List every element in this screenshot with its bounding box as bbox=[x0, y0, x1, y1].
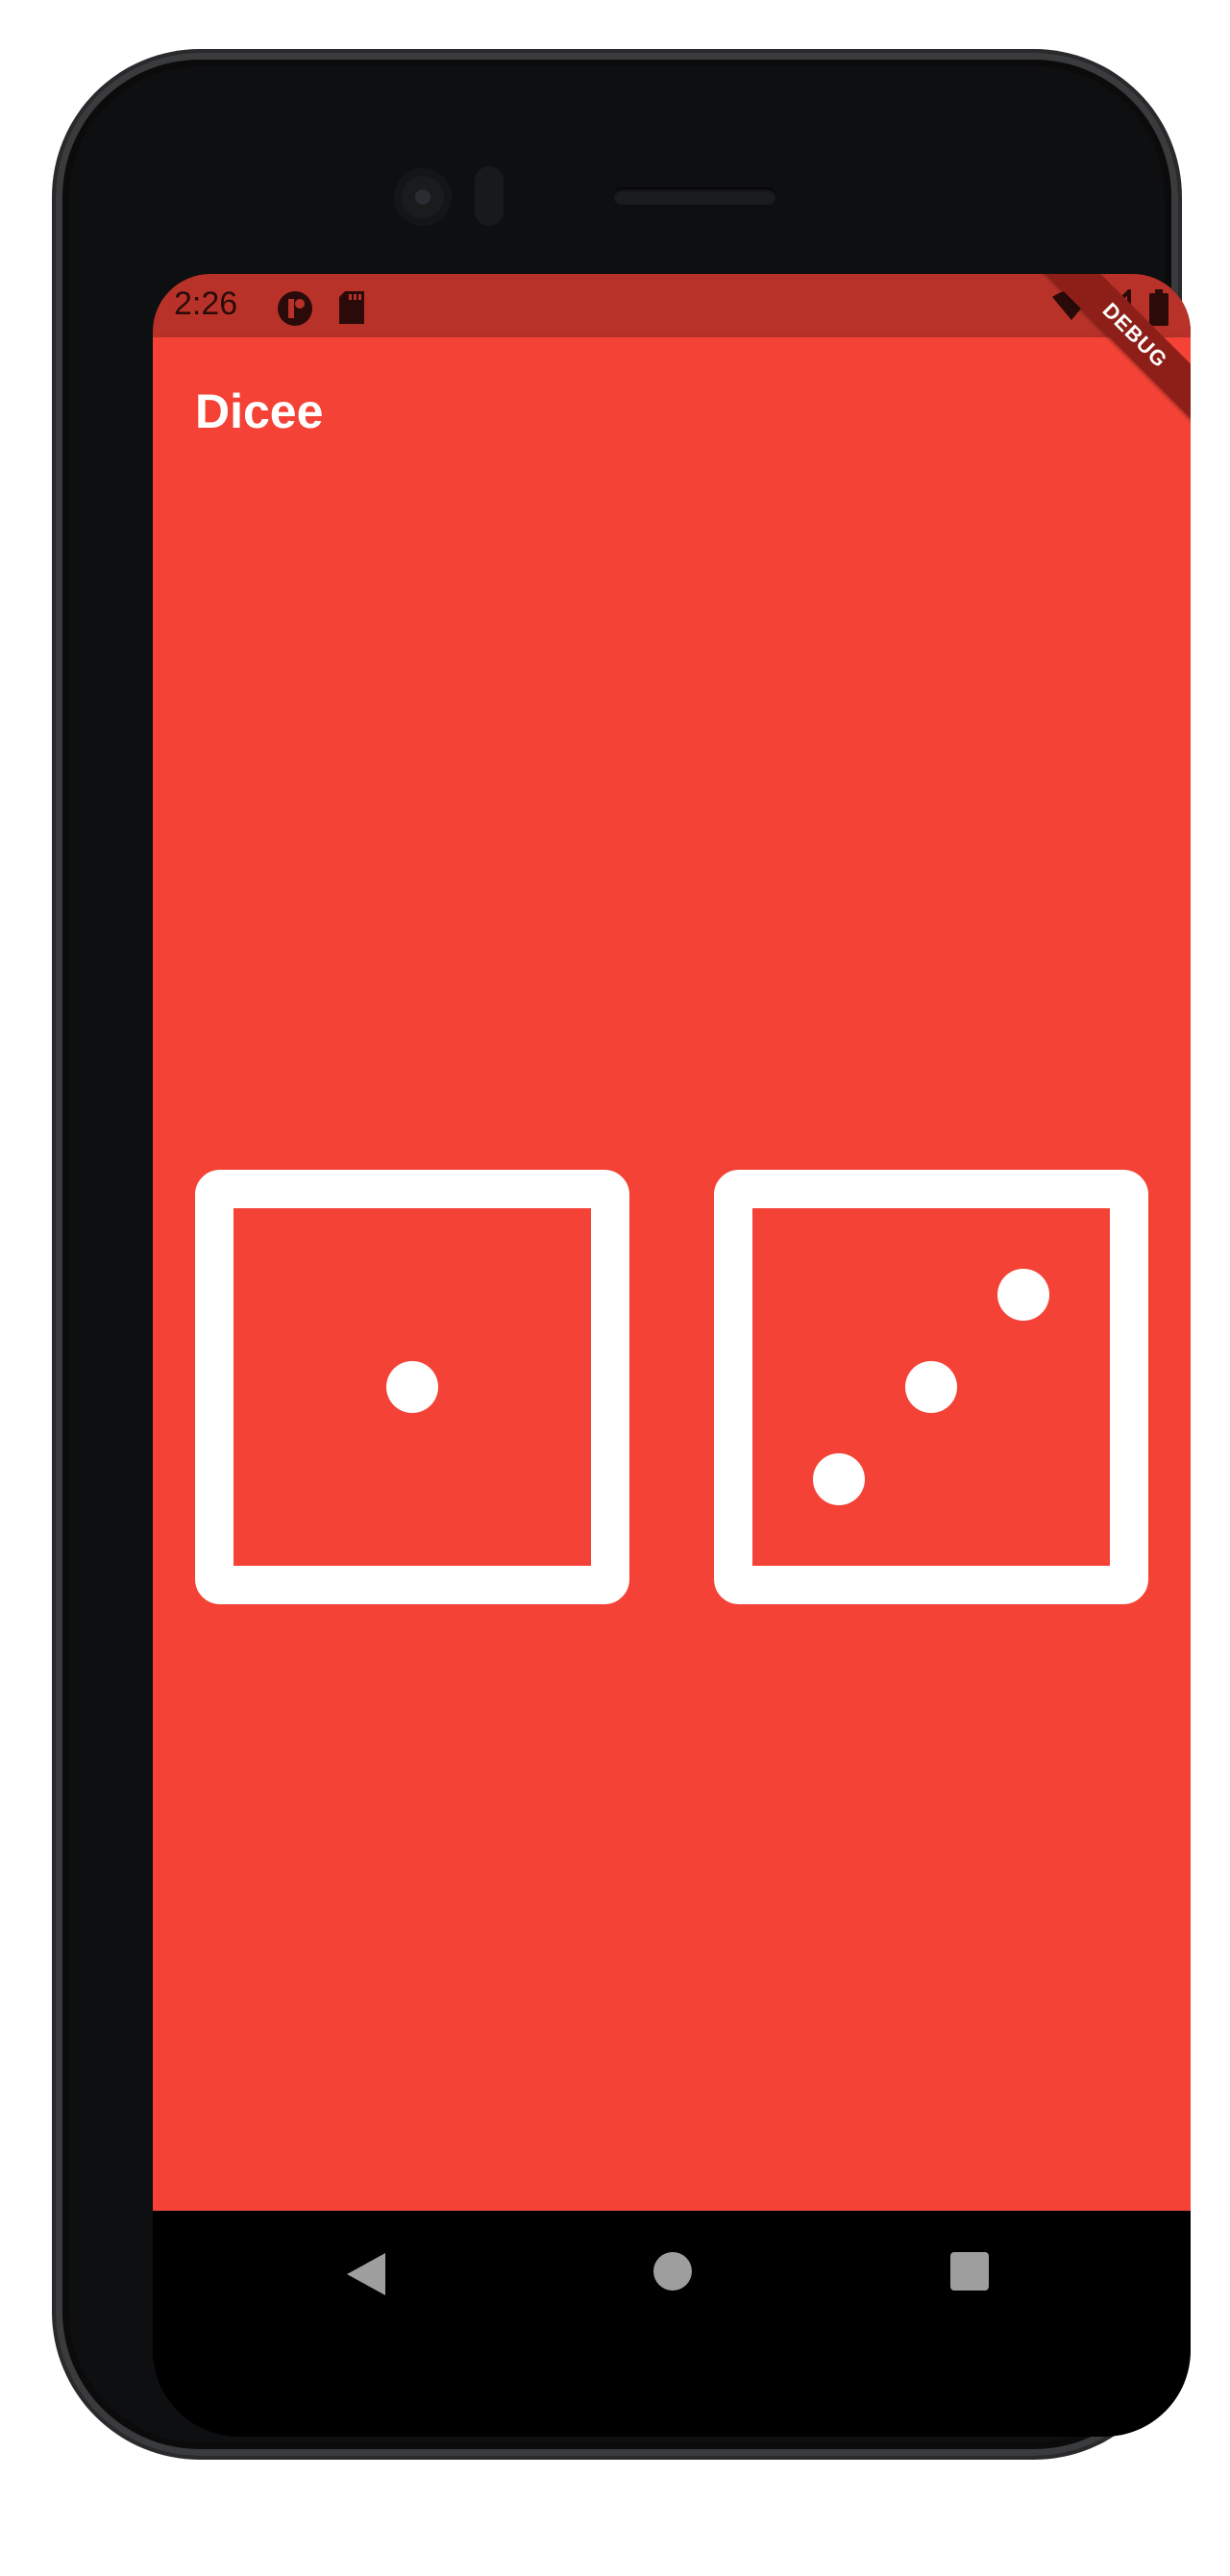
dice-one-icon bbox=[195, 1170, 629, 1604]
screen: 2:26 Dicee DEBUG bbox=[153, 274, 1191, 2437]
dice-pip bbox=[997, 1269, 1049, 1321]
app-bar: Dicee bbox=[153, 337, 1191, 485]
recents-icon[interactable] bbox=[949, 2251, 990, 2296]
dice-pip bbox=[813, 1453, 865, 1505]
status-time: 2:26 bbox=[174, 285, 238, 322]
left-dice-button[interactable] bbox=[195, 1170, 629, 1604]
front-camera bbox=[394, 168, 452, 226]
earpiece-speaker bbox=[613, 187, 776, 205]
dice-pip bbox=[905, 1361, 957, 1413]
status-bar: 2:26 bbox=[153, 274, 1191, 337]
dice-three-icon bbox=[714, 1170, 1148, 1604]
right-dice-button[interactable] bbox=[714, 1170, 1148, 1604]
phone-frame: 2:26 Dicee DEBUG bbox=[56, 53, 1191, 2456]
proximity-sensor bbox=[475, 166, 504, 226]
home-icon[interactable] bbox=[652, 2251, 693, 2296]
app-title: Dicee bbox=[195, 384, 324, 438]
app-notification-icon bbox=[276, 289, 314, 333]
back-icon[interactable] bbox=[345, 2251, 387, 2302]
sd-card-icon bbox=[337, 289, 366, 331]
navigation-bar bbox=[153, 2211, 1191, 2437]
dice-pip bbox=[386, 1361, 438, 1413]
